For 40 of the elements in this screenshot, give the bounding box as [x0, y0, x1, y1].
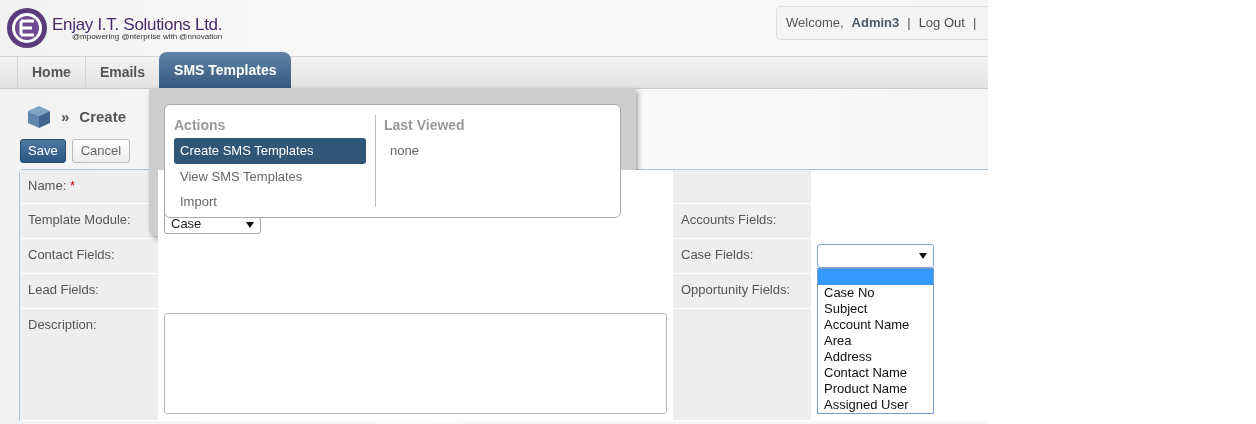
caret-icon — [246, 221, 254, 228]
separator: | — [907, 13, 911, 32]
field-label: Accounts Fields: — [673, 203, 811, 239]
menu-item[interactable]: Create SMS Templates — [174, 138, 366, 164]
select-value: Case — [171, 217, 202, 232]
nav-tab[interactable]: SMS Templates — [159, 52, 292, 88]
dropdown-option[interactable]: Account Name — [818, 316, 933, 333]
field-label: Contact Fields: — [20, 238, 158, 274]
dropdown-option[interactable]: Assigned User — [818, 396, 933, 413]
dropdown-option[interactable]: Contact Name — [818, 364, 933, 381]
dropdown-option[interactable]: Subject — [818, 300, 933, 317]
breadcrumb-separator: » — [61, 106, 70, 127]
dropdown-option[interactable]: Product Name — [818, 380, 933, 397]
dropdown-option[interactable]: Case No — [818, 284, 933, 301]
dropdown-option[interactable] — [818, 268, 933, 285]
logo-icon — [6, 7, 48, 49]
username: Admin3 — [851, 13, 900, 32]
menu-item[interactable]: View SMS Templates — [174, 163, 366, 189]
field-label: Lead Fields: — [20, 273, 158, 309]
dropdown-option[interactable]: Address — [818, 348, 933, 365]
dropdown-option[interactable]: Area — [818, 332, 933, 349]
nav-tab[interactable]: Home — [17, 57, 85, 88]
welcome-text: Welcome, — [786, 13, 844, 32]
field-label: Opportunity Fields: — [673, 273, 811, 309]
logout-link[interactable]: Log Out — [918, 12, 965, 33]
tagline: @mpowering @nterprise with @nnovation — [71, 32, 223, 41]
cube-icon — [27, 105, 51, 129]
menu-section-title: Actions — [174, 116, 227, 135]
cancel-button[interactable]: Cancel — [71, 139, 131, 163]
menu-item[interactable]: none — [384, 138, 576, 164]
field-label: Description: — [20, 308, 158, 421]
description-field[interactable] — [164, 312, 667, 414]
caret-icon — [919, 252, 927, 259]
company-name: Enjay I.T. Solutions Ltd. — [52, 15, 223, 33]
field-label: Case Fields: — [673, 238, 811, 274]
select-field[interactable] — [817, 243, 934, 268]
save-button[interactable]: Save — [20, 139, 66, 163]
menu-section-title: Last Viewed — [384, 116, 466, 135]
page-title: Create — [79, 106, 127, 127]
separator: | — [972, 13, 977, 32]
